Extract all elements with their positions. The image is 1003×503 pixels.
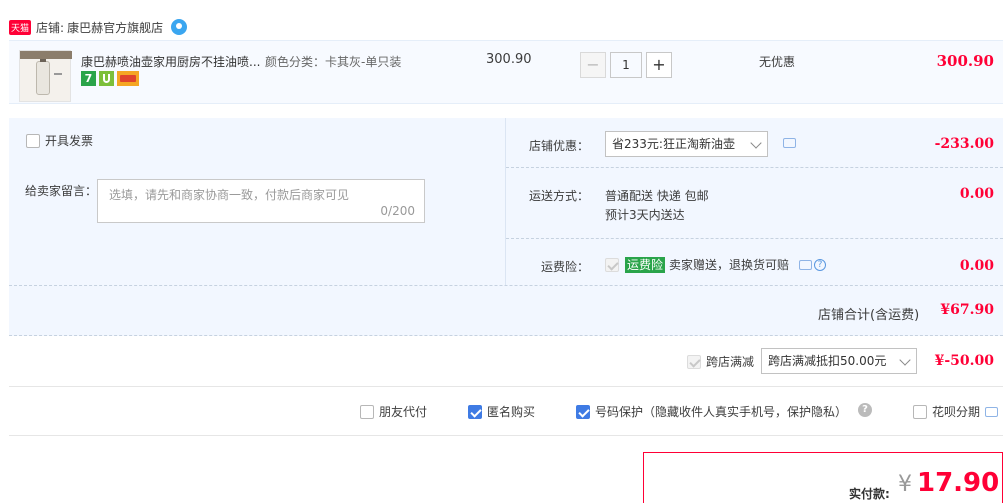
increase-quantity-button[interactable]: + [646,52,672,78]
comment-icon[interactable] [783,138,796,148]
anonymous-label: 匿名购买 [487,405,536,419]
7-day-return-icon: 7 [81,71,96,86]
product-sku: 颜色分类：卡其灰-单只装 [265,55,402,69]
invoice-option[interactable]: 开具发票 [26,132,93,149]
actual-payment-box: 实付款: ¥ 17.90 [643,452,1003,503]
invoice-label: 开具发票 [45,134,94,148]
number-protect-option[interactable]: 号码保护（隐藏收件人真实手机号，保护隐私） [576,403,847,420]
wangwang-chat-icon[interactable] [171,19,188,35]
divider [9,435,1003,436]
anonymous-checkbox[interactable] [468,404,482,419]
shop-total-label: 店铺合计(含运费) [818,308,920,323]
shop-header: 天猫 店铺: 康巴赫官方旗舰店 [9,16,188,38]
huabei-checkbox[interactable] [913,404,927,419]
panel-divider-3 [9,285,1003,286]
panel-divider-vertical [505,118,506,285]
cross-store-label: 跨店满减 [706,355,755,369]
tmall-badge: 天猫 [9,19,32,35]
freight-insurance-label: 运费险： [541,260,590,274]
shop-total-amount: ¥67.90 [940,302,994,318]
friend-pay-checkbox[interactable] [360,404,374,419]
shipping-eta: 预计3天内送达 [605,208,685,222]
panel-divider-2 [506,238,1003,239]
shop-name-link[interactable]: 康巴赫官方旗舰店 [67,19,163,36]
shop-discount-selected: 省233元:狂正淘新油壶 [612,137,735,151]
freight-insurance-option: 运费险 卖家赠送，退换货可赔 ? [605,256,827,273]
message-label: 给卖家留言： [25,184,98,198]
freight-insurance-text: 卖家赠送，退换货可赔 [669,258,790,272]
divider [9,386,1003,387]
actual-payment-label: 实付款: [849,487,890,501]
help-icon[interactable]: ? [814,258,827,271]
shop-discount-amount: -233.00 [934,136,994,152]
actual-payment-amount: 17.90 [917,468,1000,498]
actual-payment-currency: ¥ [898,472,912,497]
guarantee-icon [99,71,114,86]
chevron-down-icon [750,137,762,149]
help-icon[interactable]: ? [858,403,872,417]
anonymous-option[interactable]: 匿名购买 [468,403,535,420]
quantity-stepper: − 1 + [580,52,672,78]
quantity-input[interactable]: 1 [610,52,642,78]
shipping-method: 普通配送 快递 包邮 [605,189,709,203]
cross-store-select[interactable]: 跨店满减抵扣50.00元 [761,348,917,374]
service-icons: 7 [81,71,139,86]
friend-pay-label: 朋友代付 [379,405,428,419]
shop-label: 店铺: [36,20,65,35]
decrease-quantity-button[interactable]: − [580,52,606,78]
comment-icon[interactable] [799,259,813,270]
cross-store-selected: 跨店满减抵扣50.00元 [768,354,887,368]
freight-insurance-amount: 0.00 [959,258,994,274]
shipping-label: 运送方式： [529,189,590,203]
invoice-checkbox[interactable] [26,133,40,148]
chevron-down-icon [899,354,911,366]
shop-discount-label: 店铺优惠： [529,139,590,153]
number-protect-label: 号码保护（隐藏收件人真实手机号，保护隐私） [595,405,848,419]
cross-store-amount: ¥-50.00 [934,353,994,369]
shop-discount-select[interactable]: 省233元:狂正淘新油壶 [605,131,768,157]
panel-divider-1 [506,167,1003,168]
shipping-amount: 0.00 [959,186,994,202]
product-thumbnail[interactable] [19,50,72,102]
message-counter: 0/200 [380,204,415,218]
freight-insurance-checkbox [605,257,619,272]
message-placeholder: 选填，请先和商家协商一致，付款后商家可见 [109,188,350,202]
item-subtotal: 300.90 [936,52,994,70]
cross-store-checkbox [687,354,701,369]
huabei-label: 花呗分期 [932,405,981,419]
friend-pay-option[interactable]: 朋友代付 [360,403,427,420]
seller-message-input[interactable]: 选填，请先和商家协商一致，付款后商家可见 0/200 [97,179,425,223]
comment-icon[interactable] [985,406,999,417]
item-row [9,40,1003,104]
item-discount: 无优惠 [759,55,796,69]
huabei-option[interactable]: 花呗分期 [913,403,999,420]
cross-store-option: 跨店满减 [687,353,754,370]
product-title-link[interactable]: 康巴赫喷油壶家用厨房不挂油喷... [81,53,261,70]
freight-insurance-tag: 运费险 [625,256,666,273]
credit-card-icon [117,71,139,86]
number-protect-checkbox[interactable] [576,404,590,419]
unit-price: 300.90 [486,52,532,67]
